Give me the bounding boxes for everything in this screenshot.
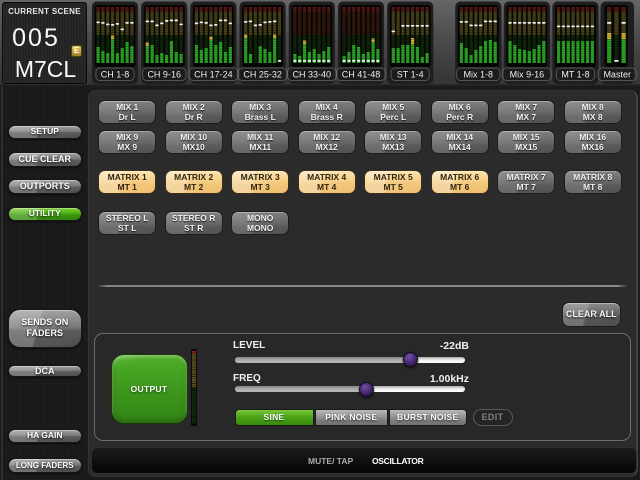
svg-text:Master: Master: [603, 69, 631, 79]
svg-text:CH 1-8: CH 1-8: [101, 69, 130, 79]
svg-text:CH 9-16: CH 9-16: [147, 69, 181, 79]
svg-text:CH 25-32: CH 25-32: [243, 69, 282, 79]
svg-text:Mix 1-8: Mix 1-8: [464, 69, 494, 79]
svg-text:Mix 9-16: Mix 9-16: [510, 69, 545, 79]
svg-text:CH 41-48: CH 41-48: [342, 69, 381, 79]
svg-text:CH 17-24: CH 17-24: [194, 69, 233, 79]
svg-text:ST 1-4: ST 1-4: [397, 69, 424, 79]
svg-text:MT 1-8: MT 1-8: [561, 69, 589, 79]
svg-text:CH 33-40: CH 33-40: [293, 69, 332, 79]
